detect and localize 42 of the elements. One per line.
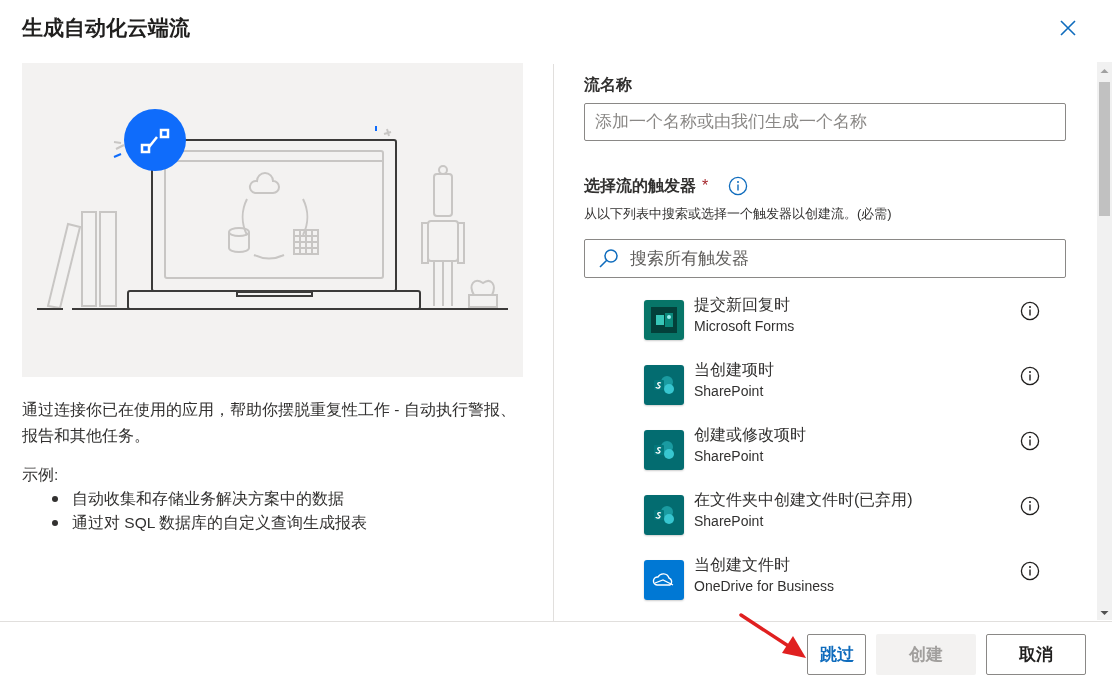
trigger-info-button[interactable] (1020, 301, 1040, 321)
search-icon (598, 247, 620, 269)
info-icon (728, 176, 749, 196)
close-button[interactable] (1058, 18, 1078, 38)
trigger-info-button[interactable] (1020, 431, 1040, 451)
info-icon (1020, 561, 1040, 581)
trigger-title: 在文件夹中创建文件时(已弃用) (694, 490, 914, 510)
required-mark: * (702, 177, 709, 195)
connector-name: SharePoint (694, 447, 765, 466)
trigger-title: 当创建项时 (694, 360, 775, 380)
scrollbar[interactable] (1097, 62, 1112, 620)
trigger-title: 当创建文件时 (694, 555, 791, 575)
trigger-info-button[interactable] (1020, 366, 1040, 386)
dialog-title: 生成自动化云端流 (22, 15, 190, 41)
info-icon (1020, 496, 1040, 516)
info-icon (1020, 301, 1040, 321)
connector-name: Microsoft Forms (694, 317, 796, 336)
arrow-annotation (738, 612, 808, 660)
examples-heading: 示例: (22, 465, 60, 485)
scrollbar-thumb[interactable] (1099, 82, 1110, 216)
trigger-title: 提交新回复时 (694, 295, 791, 315)
cancel-button[interactable]: 取消 (986, 634, 1086, 675)
close-icon (1060, 20, 1076, 36)
connector-name: SharePoint (694, 512, 765, 531)
flow-name-field[interactable]: 添加一个名称或由我们生成一个名称 (584, 103, 1066, 141)
trigger-info-button[interactable] (1020, 561, 1040, 581)
info-icon (1020, 366, 1040, 386)
example-item: 通过对 SQL 数据库的自定义查询生成报表 (72, 513, 368, 533)
trigger-search-field[interactable]: 搜索所有触发器 (584, 239, 1066, 278)
info-icon (1020, 431, 1040, 451)
trigger-info-button[interactable] (1020, 496, 1040, 516)
connector-name: OneDrive for Business (694, 577, 836, 596)
connector-name: SharePoint (694, 382, 765, 401)
trigger-hint: 从以下列表中搜索或选择一个触发器以创建流。(必需) (584, 205, 893, 223)
description-text: 通过连接你已在使用的应用，帮助你摆脱重复性工作 - 自动执行警报、报告和其他任务。 (22, 400, 517, 446)
trigger-title: 创建或修改项时 (694, 425, 807, 445)
flow-name-label: 流名称 (584, 74, 632, 95)
example-item: 自动收集和存储业务解决方案中的数据 (72, 489, 344, 509)
bullet-icon (52, 496, 58, 502)
skip-button[interactable]: 跳过 (807, 634, 866, 675)
bullet-icon (52, 520, 58, 526)
trigger-label: 选择流的触发器 (584, 175, 696, 196)
